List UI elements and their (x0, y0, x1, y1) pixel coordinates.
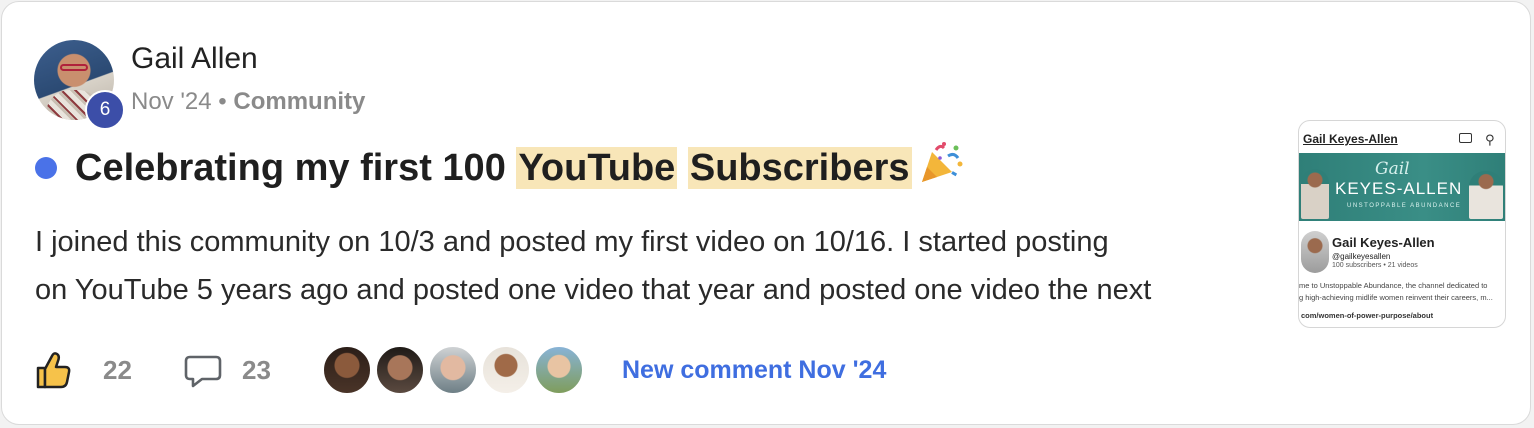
excerpt-line: on YouTube 5 years ago and posted one vi… (35, 274, 1152, 306)
author-name[interactable]: Gail Allen (131, 42, 258, 76)
new-comment-link[interactable]: New comment Nov '24 (622, 356, 886, 385)
user-level-badge: 6 (85, 90, 125, 130)
party-popper-icon (918, 142, 964, 194)
avatar[interactable] (428, 345, 478, 395)
thumb-handle: @gailkeyesallen (1332, 252, 1391, 261)
thumb-description: g high-achieving midlife women reinvent … (1299, 293, 1493, 302)
topic-meta: Nov '24 • Community (131, 88, 365, 116)
unread-dot (35, 157, 57, 179)
thumb-channel-name: Gail Keyes-Allen (1332, 235, 1435, 250)
title-highlight-youtube: YouTube (516, 147, 678, 189)
thumb-stats: 100 subscribers • 21 videos (1332, 262, 1418, 269)
speech-bubble-icon[interactable] (184, 354, 222, 388)
banner-figure (1301, 169, 1329, 219)
thumb-link: com/women-of-power-purpose/about (1301, 311, 1434, 320)
topic-title[interactable]: Celebrating my first 100 YouTube Subscri… (75, 142, 964, 194)
avatar[interactable] (481, 345, 531, 395)
topic-excerpt[interactable]: I joined this community on 10/3 and post… (35, 218, 1275, 314)
meta-separator: • (218, 88, 227, 115)
avatar-glasses (60, 64, 88, 71)
topic-thumbnail[interactable]: Gail Keyes-Allen ⚲ Gail KEYES-ALLEN UNST… (1298, 120, 1506, 328)
title-space (677, 147, 688, 189)
comment-count: 23 (242, 355, 271, 385)
post-date[interactable]: Nov '24 (131, 88, 212, 115)
title-text: Celebrating my first 100 (75, 147, 517, 189)
banner-tagline: UNSTOPPABLE ABUNDANCE (1347, 203, 1462, 209)
cast-icon (1459, 133, 1472, 143)
banner-figure (1469, 171, 1503, 219)
search-icon: ⚲ (1485, 132, 1495, 147)
topic-card[interactable]: 6 Gail Allen Nov '24 • Community Celebra… (1, 1, 1531, 425)
banner-brand: KEYES-ALLEN (1335, 179, 1463, 198)
excerpt-line: I joined this community on 10/3 and post… (35, 226, 1109, 258)
thumbs-up-icon[interactable] (35, 350, 73, 390)
author-avatar-group[interactable]: 6 (34, 40, 125, 130)
category-link[interactable]: Community (233, 88, 365, 115)
like-count: 22 (103, 355, 132, 385)
thumb-channel-avatar (1301, 231, 1329, 273)
thumb-channel-title: Gail Keyes-Allen (1303, 132, 1398, 146)
avatar[interactable] (534, 345, 584, 395)
avatar[interactable] (322, 345, 372, 395)
thumb-description: me to Unstoppable Abundance, the channel… (1299, 281, 1488, 290)
avatar[interactable] (375, 345, 425, 395)
banner-script: Gail (1375, 159, 1410, 179)
title-highlight-subscribers: Subscribers (687, 147, 912, 189)
